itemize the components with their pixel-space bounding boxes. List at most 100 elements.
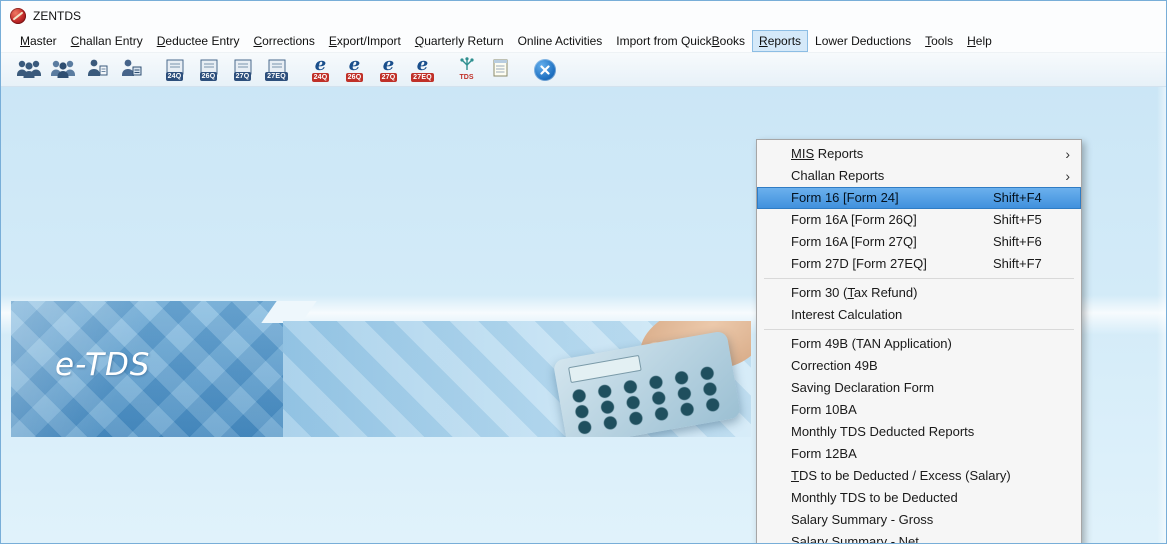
zentds-window: ZENTDS Master Challan Entry Deductee Entry… [0,0,1167,544]
menu-item-label: Form 12BA [791,446,857,461]
menu-item-form-12ba[interactable]: Form 12BA [757,443,1081,465]
menu-item-shortcut: Shift+F7 [993,256,1042,271]
menu-item-label: Salary Summary - Gross [791,512,934,527]
calculator-image [552,330,742,437]
people-group-alt-icon [50,56,76,83]
e-return-icon: e [416,54,429,75]
e26q-button[interactable]: e 26Q [339,55,370,85]
form-24q-button[interactable]: 24Q [159,55,190,85]
etds-banner: e-TDS [11,301,751,437]
e-return-icon: e [382,54,395,75]
menu-item-form-16a-form-27q[interactable]: Form 16A [Form 27Q] Shift+F6 [757,231,1081,253]
menu-item-correction-49b[interactable]: Correction 49B [757,355,1081,377]
menu-item-challan-reports[interactable]: Challan Reports › [757,165,1081,187]
form-27eq-badge-label: 27EQ [265,71,288,81]
menu-deductee-entry[interactable]: Deductee Entry [150,30,247,52]
menu-item-label: Monthly TDS Deducted Reports [791,424,975,439]
close-icon [533,58,556,81]
tds-tree-icon [458,57,476,74]
menu-online-activities[interactable]: Online Activities [511,30,610,52]
toolbar: 24Q 26Q 27Q 27EQ e 24Q e 26Q e 27Q e 27E… [1,53,1166,87]
menu-item-label: Form 10BA [791,402,857,417]
people-group-icon [16,56,42,83]
menu-item-label: Salary Summary - Net [791,534,919,544]
menu-item-shortcut: Shift+F4 [993,190,1042,205]
menu-help[interactable]: Help [960,30,999,52]
menu-item-label: Challan Reports [791,168,885,183]
content-right-edge [1157,87,1166,543]
menu-lower-deductions[interactable]: Lower Deductions [808,30,918,52]
e27q-badge-label: 27Q [379,73,398,82]
reports-menu: MIS Reports › Challan Reports › Form 16 [For… [756,139,1082,544]
e27eq-badge-label: 27EQ [411,73,434,82]
form-27q-badge-label: 27Q [233,71,252,81]
menu-item-saving-declaration-form[interactable]: Saving Declaration Form [757,377,1081,399]
menu-item-form-30-tax-refund[interactable]: Form 30 (Tax Refund) [757,282,1081,304]
menu-item-shortcut: Shift+F5 [993,212,1042,227]
menu-item-label: Saving Declaration Form [791,380,935,395]
person-card-icon [119,56,143,83]
e26q-badge-label: 26Q [345,73,364,82]
e-return-icon: e [314,54,327,75]
menu-item-shortcut: Shift+F6 [993,234,1042,249]
menu-item-label: Correction 49B [791,358,878,373]
menu-separator [764,329,1074,330]
e27eq-button[interactable]: e 27EQ [407,55,438,85]
menu-quarterly-return[interactable]: Quarterly Return [408,30,511,52]
submenu-arrow-icon: › [1065,146,1070,162]
menu-item-mis-reports[interactable]: MIS Reports › [757,143,1081,165]
tds-label: TDS [459,74,474,81]
deductee-group-button[interactable] [47,55,78,85]
e-return-icon: e [348,54,361,75]
menu-item-form-10ba[interactable]: Form 10BA [757,399,1081,421]
menu-item-tds-to-be-deducted-excess-salary[interactable]: TDS to be Deducted / Excess (Salary) [757,465,1081,487]
menu-item-salary-summary-gross[interactable]: Salary Summary - Gross [757,509,1081,531]
menu-item-interest-calculation[interactable]: Interest Calculation [757,304,1081,326]
form-26q-button[interactable]: 26Q [193,55,224,85]
master-group-button[interactable] [13,55,44,85]
menu-item-label: TDS to be Deducted / Excess (Salary) [791,468,1011,483]
challan-entry-button[interactable] [81,55,112,85]
banner-photo-panel [283,321,751,437]
deductee-entry-button[interactable] [115,55,146,85]
content-area: e-TDS MIS Reports › Challan Reports › Form 1… [1,87,1166,543]
menu-item-form-16a-form-26q[interactable]: Form 16A [Form 26Q] Shift+F5 [757,209,1081,231]
menu-separator [764,278,1074,279]
menu-item-form-49b-tan-application[interactable]: Form 49B (TAN Application) [757,333,1081,355]
menu-tools[interactable]: Tools [918,30,960,52]
form-26q-badge-label: 26Q [199,71,218,81]
menu-item-label: Form 49B (TAN Application) [791,336,952,351]
menu-corrections[interactable]: Corrections [246,30,321,52]
submenu-arrow-icon: › [1065,168,1070,184]
menu-item-label: MIS Reports [791,146,864,161]
form-27q-button[interactable]: 27Q [227,55,258,85]
e24q-badge-label: 24Q [311,73,330,82]
menu-bar: Master Challan Entry Deductee Entry Correct… [1,30,1166,53]
menu-item-label: Form 30 (Tax Refund) [791,285,918,300]
e24q-button[interactable]: e 24Q [305,55,336,85]
notepad-icon [491,57,511,82]
menu-master[interactable]: Master [13,30,64,52]
menu-export-import[interactable]: Export/Import [322,30,408,52]
person-document-icon [85,56,109,83]
menu-item-label: Form 27D [Form 27EQ] [791,256,927,271]
menu-item-form-27d-form-27eq[interactable]: Form 27D [Form 27EQ] Shift+F7 [757,253,1081,275]
menu-reports[interactable]: Reports [752,30,809,52]
menu-item-label: Form 16 [Form 24] [791,190,899,205]
menu-item-form-16-form-24[interactable]: Form 16 [Form 24] Shift+F4 [757,187,1081,209]
tds-button[interactable]: TDS [451,55,482,85]
form-27eq-button[interactable]: 27EQ [261,55,292,85]
menu-import-from-quickbooks[interactable]: Import from QuickBooks [609,30,752,52]
title-bar: ZENTDS [1,1,1166,30]
menu-item-monthly-tds-to-be-deducted[interactable]: Monthly TDS to be Deducted [757,487,1081,509]
menu-item-label: Form 16A [Form 27Q] [791,234,917,249]
exit-button[interactable] [529,55,560,85]
menu-item-monthly-tds-deducted-reports[interactable]: Monthly TDS Deducted Reports [757,421,1081,443]
report-pad-button[interactable] [485,55,516,85]
e27q-button[interactable]: e 27Q [373,55,404,85]
banner-title: e-TDS [55,347,151,383]
menu-challan-entry[interactable]: Challan Entry [64,30,150,52]
form-24q-badge-label: 24Q [165,71,184,81]
menu-item-salary-summary-net[interactable]: Salary Summary - Net [757,531,1081,544]
menu-item-label: Monthly TDS to be Deducted [791,490,958,505]
